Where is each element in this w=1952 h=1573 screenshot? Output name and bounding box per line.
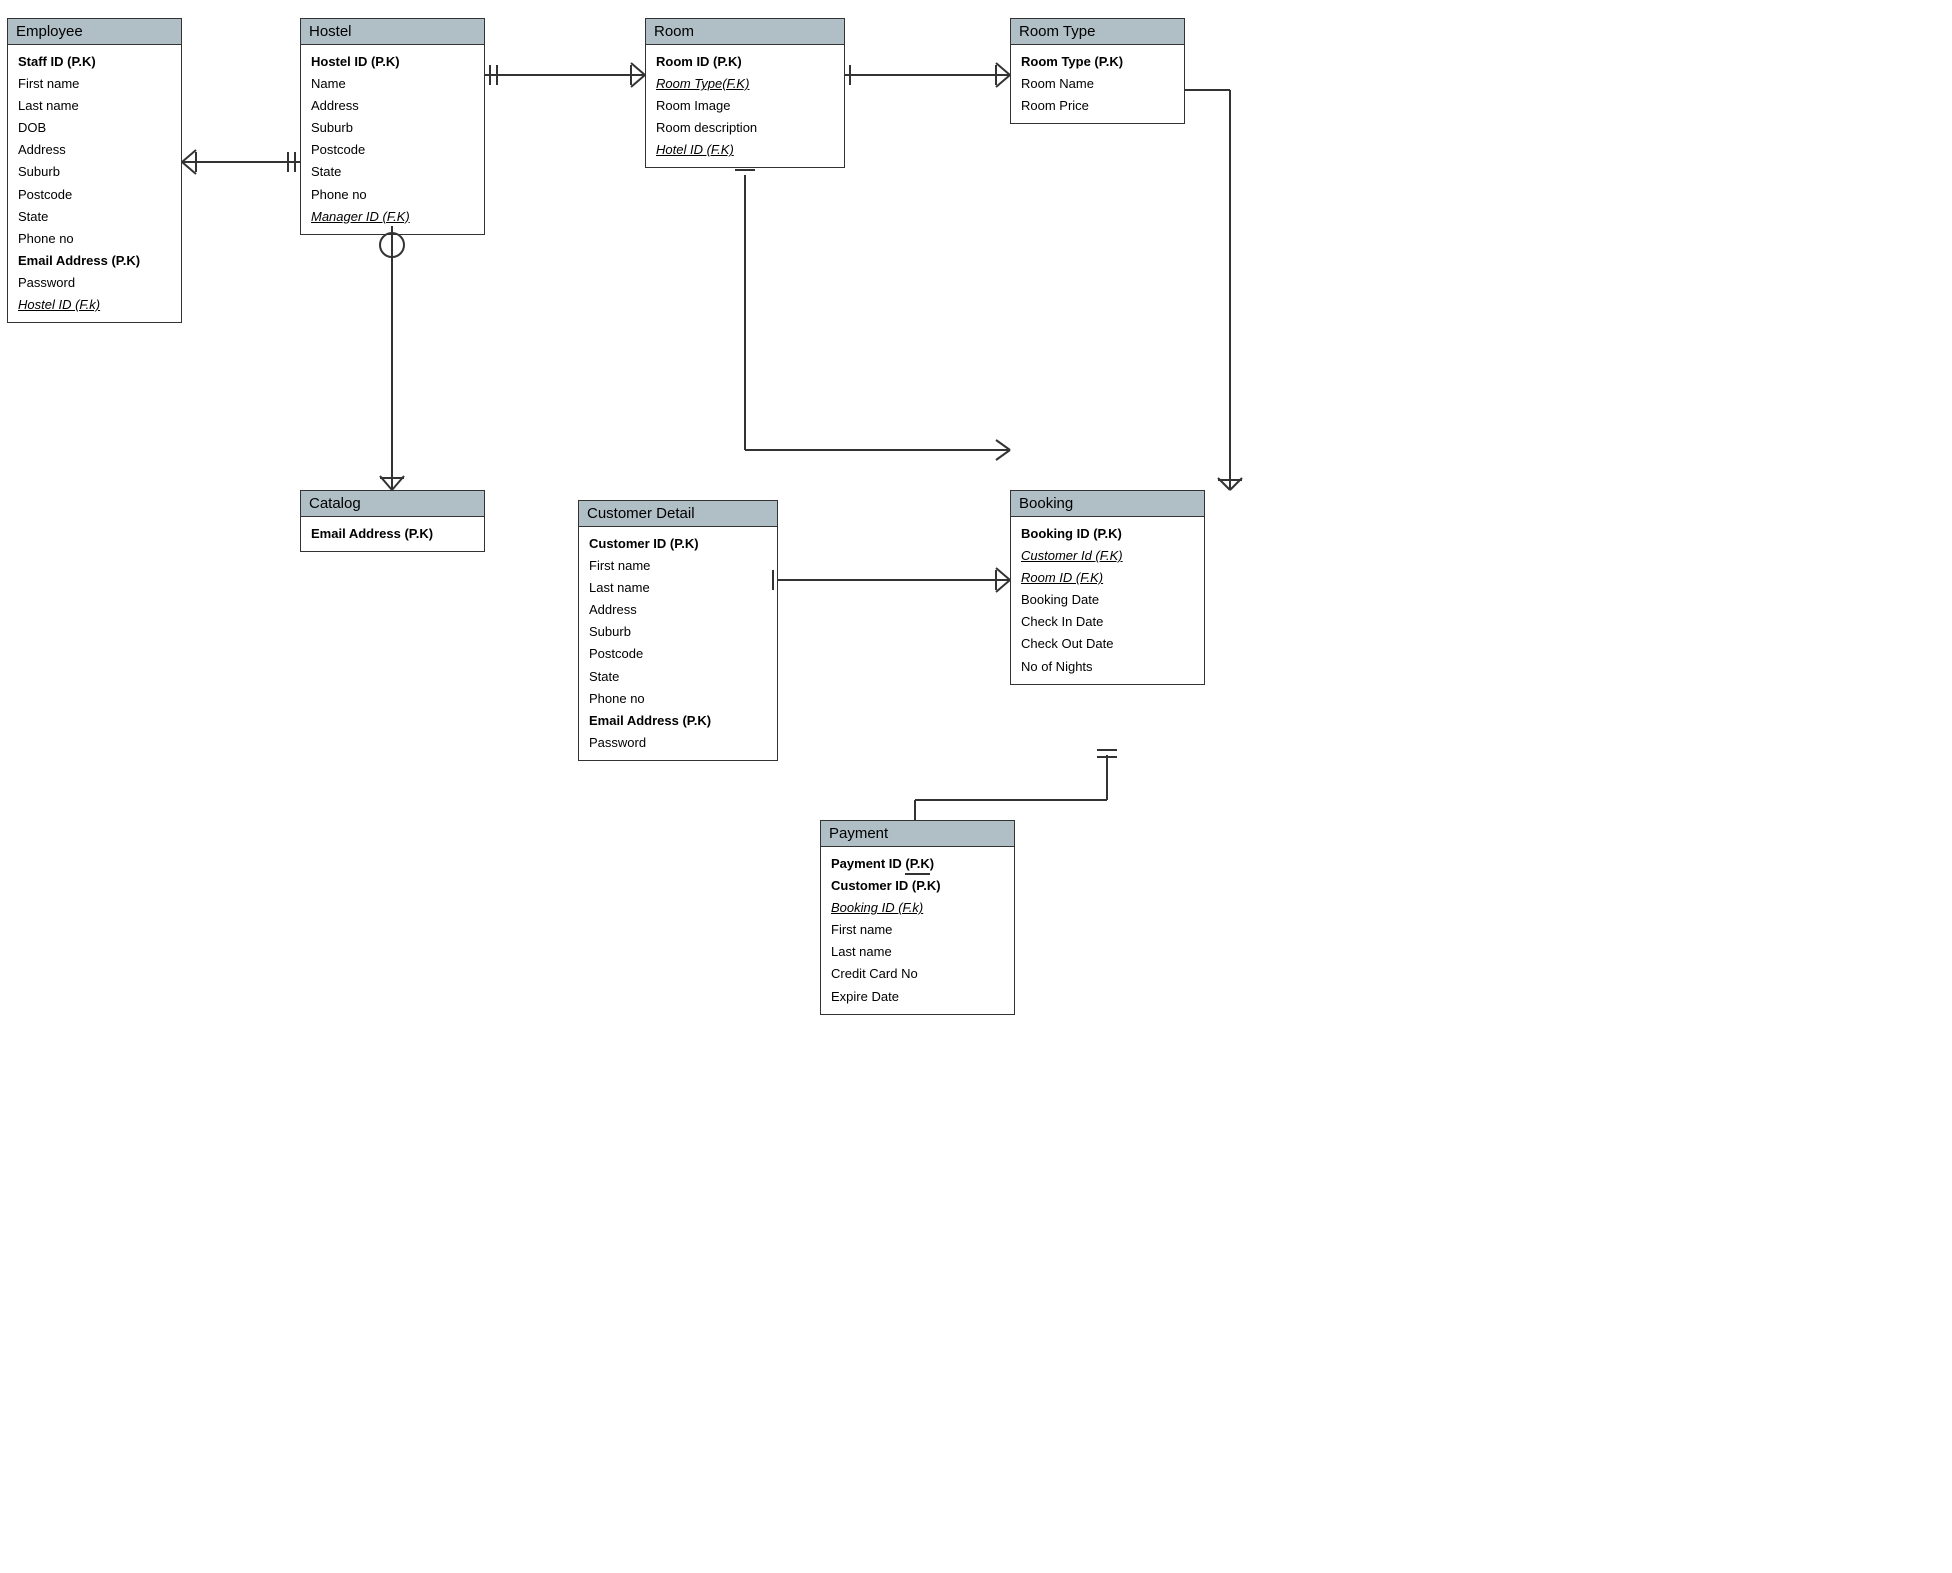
entity-hostel-header: Hostel: [301, 19, 484, 45]
field-employee-password: Password: [18, 272, 171, 294]
entity-payment: Payment Payment ID (P.K) Customer ID (P.…: [820, 820, 1015, 1015]
field-booking-nights: No of Nights: [1021, 656, 1194, 678]
field-hostel-phoneno: Phone no: [311, 184, 474, 206]
field-room-description: Room description: [656, 117, 834, 139]
field-employee-address: Address: [18, 139, 171, 161]
entity-hostel: Hostel Hostel ID (P.K) Name Address Subu…: [300, 18, 485, 235]
field-customer-id: Customer ID (P.K): [589, 533, 767, 555]
field-room-id: Room ID (P.K): [656, 51, 834, 73]
crow-booking-cust-top: [996, 568, 1010, 580]
field-employee-dob: DOB: [18, 117, 171, 139]
field-customer-password: Password: [589, 732, 767, 754]
entity-employee: Employee Staff ID (P.K) First name Last …: [7, 18, 182, 323]
crow-room-top: [631, 63, 645, 75]
field-hostel-address: Address: [311, 95, 474, 117]
field-employee-email: Email Address (P.K): [18, 250, 171, 272]
field-roomtype-price: Room Price: [1021, 95, 1174, 117]
crow-rt-bottom: [996, 75, 1010, 87]
crow-rt-top: [996, 63, 1010, 75]
field-roomtype-name: Room Name: [1021, 73, 1174, 95]
field-customer-address: Address: [589, 599, 767, 621]
field-booking-id: Booking ID (P.K): [1021, 523, 1194, 545]
field-employee-suburb: Suburb: [18, 161, 171, 183]
field-employee-hostelid: Hostel ID (F.k): [18, 294, 171, 316]
field-catalog-email: Email Address (P.K): [311, 523, 474, 545]
entity-booking: Booking Booking ID (P.K) Customer Id (F.…: [1010, 490, 1205, 685]
entity-catalog: Catalog Email Address (P.K): [300, 490, 485, 552]
entity-room-header: Room: [646, 19, 844, 45]
entity-customerdetail-header: Customer Detail: [579, 501, 777, 527]
entity-roomtype: Room Type Room Type (P.K) Room Name Room…: [1010, 18, 1185, 124]
field-hostel-id: Hostel ID (P.K): [311, 51, 474, 73]
field-customer-lastname: Last name: [589, 577, 767, 599]
crow-emp-top: [182, 150, 196, 162]
field-customer-suburb: Suburb: [589, 621, 767, 643]
field-booking-customerid: Customer Id (F.K): [1021, 545, 1194, 567]
field-employee-postcode: Postcode: [18, 184, 171, 206]
entity-employee-header: Employee: [8, 19, 181, 45]
field-payment-expire: Expire Date: [831, 986, 1004, 1008]
circle-hostel-catalog: [380, 233, 404, 257]
field-employee-lastname: Last name: [18, 95, 171, 117]
entity-catalog-header: Catalog: [301, 491, 484, 517]
field-hostel-suburb: Suburb: [311, 117, 474, 139]
crow-booking-room-top: [996, 440, 1010, 450]
field-booking-checkout: Check Out Date: [1021, 633, 1194, 655]
field-payment-creditcard: Credit Card No: [831, 963, 1004, 985]
entity-booking-header: Booking: [1011, 491, 1204, 517]
crow-booking-rt-left: [1218, 478, 1230, 490]
field-customer-phoneno: Phone no: [589, 688, 767, 710]
entity-customerdetail: Customer Detail Customer ID (P.K) First …: [578, 500, 778, 761]
field-payment-customerid: Customer ID (P.K): [831, 875, 1004, 897]
field-customer-email: Email Address (P.K): [589, 710, 767, 732]
field-payment-bookingid: Booking ID (F.k): [831, 897, 1004, 919]
entity-customerdetail-body: Customer ID (P.K) First name Last name A…: [579, 527, 777, 760]
field-room-hotelid: Hotel ID (F.K): [656, 139, 834, 161]
entity-roomtype-header: Room Type: [1011, 19, 1184, 45]
field-customer-state: State: [589, 666, 767, 688]
crow-cat-right: [392, 476, 404, 490]
field-hostel-managerid: Manager ID (F.K): [311, 206, 474, 228]
field-employee-state: State: [18, 206, 171, 228]
field-room-type: Room Type(F.K): [656, 73, 834, 95]
field-hostel-postcode: Postcode: [311, 139, 474, 161]
crow-room-bottom: [631, 75, 645, 87]
entity-payment-header: Payment: [821, 821, 1014, 847]
field-employee-phoneno: Phone no: [18, 228, 171, 250]
field-customer-postcode: Postcode: [589, 643, 767, 665]
field-payment-lastname: Last name: [831, 941, 1004, 963]
entity-catalog-body: Email Address (P.K): [301, 517, 484, 551]
field-hostel-name: Name: [311, 73, 474, 95]
field-roomtype-id: Room Type (P.K): [1021, 51, 1174, 73]
entity-roomtype-body: Room Type (P.K) Room Name Room Price: [1011, 45, 1184, 123]
field-employee-firstname: First name: [18, 73, 171, 95]
connectors: [0, 0, 1952, 1573]
entity-room: Room Room ID (P.K) Room Type(F.K) Room I…: [645, 18, 845, 168]
field-customer-firstname: First name: [589, 555, 767, 577]
field-payment-firstname: First name: [831, 919, 1004, 941]
field-room-image: Room Image: [656, 95, 834, 117]
crow-booking-rt-right: [1230, 478, 1242, 490]
field-booking-checkin: Check In Date: [1021, 611, 1194, 633]
crow-booking-room-bottom: [996, 450, 1010, 460]
entity-room-body: Room ID (P.K) Room Type(F.K) Room Image …: [646, 45, 844, 167]
entity-payment-body: Payment ID (P.K) Customer ID (P.K) Booki…: [821, 847, 1014, 1014]
field-payment-id: Payment ID (P.K): [831, 853, 1004, 875]
field-booking-date: Booking Date: [1021, 589, 1194, 611]
crow-booking-cust-bottom: [996, 580, 1010, 592]
crow-cat-left: [380, 476, 392, 490]
entity-employee-body: Staff ID (P.K) First name Last name DOB …: [8, 45, 181, 322]
entity-booking-body: Booking ID (P.K) Customer Id (F.K) Room …: [1011, 517, 1204, 684]
crow-emp-bottom: [182, 162, 196, 174]
field-employee-staffid: Staff ID (P.K): [18, 51, 171, 73]
field-hostel-state: State: [311, 161, 474, 183]
field-booking-roomid: Room ID (F.K): [1021, 567, 1194, 589]
entity-hostel-body: Hostel ID (P.K) Name Address Suburb Post…: [301, 45, 484, 234]
